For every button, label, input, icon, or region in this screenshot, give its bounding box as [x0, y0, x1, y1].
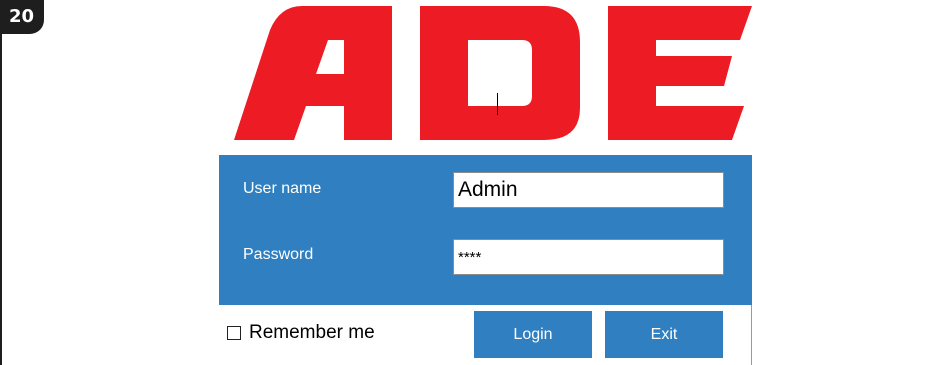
login-button[interactable]: Login [474, 311, 592, 358]
page-margin-rule [0, 34, 2, 365]
remember-me-option[interactable]: Remember me [227, 321, 375, 345]
window-edge-rule [751, 305, 752, 365]
ade-logo [232, 0, 754, 150]
remember-me-label: Remember me [249, 322, 375, 343]
text-cursor [497, 93, 498, 115]
exit-button[interactable]: Exit [605, 311, 723, 358]
username-input[interactable] [453, 172, 724, 208]
page-number-badge: 20 [0, 0, 44, 34]
ade-logo-graphic [234, 6, 752, 140]
password-input[interactable] [453, 239, 724, 275]
remember-me-checkbox[interactable] [227, 326, 241, 340]
username-label: User name [243, 180, 322, 197]
password-label: Password [243, 246, 314, 263]
login-panel: User name Password [219, 155, 752, 305]
